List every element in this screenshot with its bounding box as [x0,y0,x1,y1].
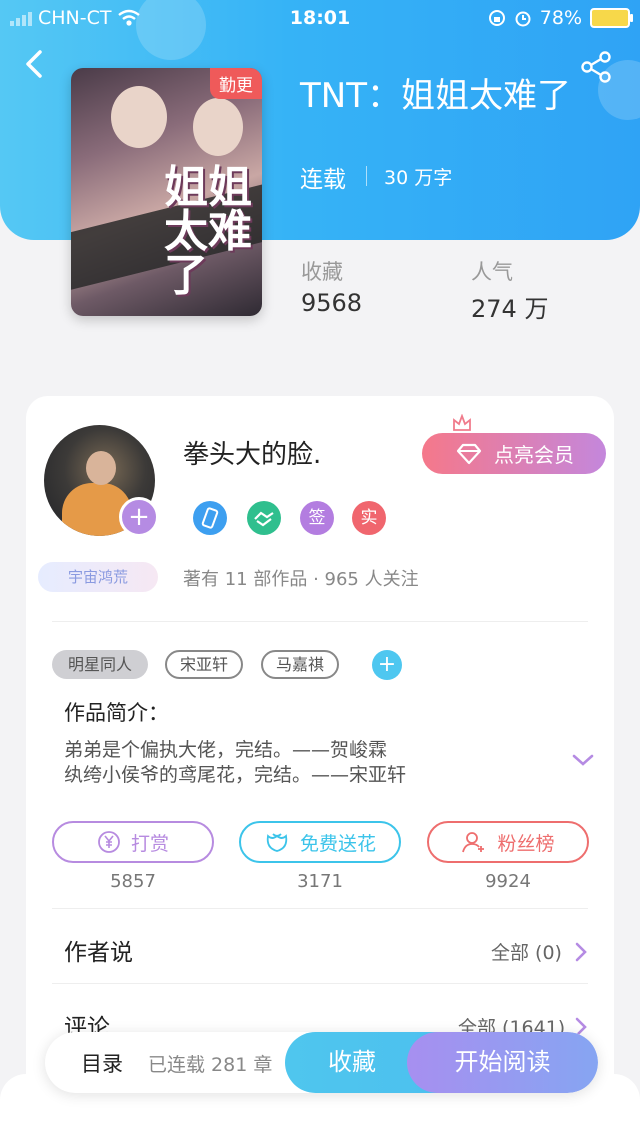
collect-button-label: 收藏 [328,1048,376,1076]
tag-item[interactable]: 宋亚轩 [165,650,243,679]
flower-count: 3171 [297,871,343,892]
fan-user-icon [462,832,485,853]
book-title: TNT：姐姐太难了 [300,76,571,116]
chapter-count[interactable]: 已连载 281 章 [148,1050,272,1077]
toc-button[interactable]: 目录 [81,1048,123,1078]
stat-popularity-label: 人气 [471,260,513,284]
verified-medal-icon[interactable]: 实 [352,501,386,535]
intro-heading: 作品简介： [64,701,169,725]
intro-line: 弟弟是个偏执大佬，完结。——贺峻霖 [64,739,388,761]
send-flower-button[interactable]: 免费送花 [239,821,401,863]
author-name[interactable]: 拳头大的脸. [183,434,321,471]
crown-icon [453,414,471,431]
add-tag-button[interactable]: + [372,650,402,680]
vip-button-label: 点亮会员 [494,443,574,467]
start-reading-label: 开始阅读 [454,1048,551,1076]
follow-author-button[interactable]: + [119,497,159,537]
fan-rank-label: 粉丝榜 [497,832,555,855]
diamond-icon [456,443,482,464]
fan-rank-button[interactable]: 粉丝榜 [427,821,589,863]
chevron-left-icon [26,50,42,78]
author-level-badge: 宇宙鸿荒 [38,562,158,592]
cover-title: 姐姐太难了 [164,162,252,301]
sign-medal-icon[interactable]: 签 [300,501,334,535]
battery-percent: 78% [539,7,582,29]
divider [52,908,588,909]
start-reading-button[interactable]: 开始阅读 [407,1032,598,1093]
yen-icon [98,831,120,853]
send-flower-label: 免费送花 [299,832,376,855]
avatar-figure [86,451,116,485]
author-meta: 著有 11 部作品 · 965 人关注 [183,569,419,590]
share-button[interactable] [580,50,616,86]
reward-button[interactable]: 打赏 [52,821,214,863]
reward-button-label: 打赏 [130,832,169,855]
vip-button[interactable]: 点亮会员 [422,433,606,474]
bottom-action-bar: 目录 已连载 281 章 收藏 开始阅读 [45,1032,598,1093]
battery-icon [590,8,633,28]
phone-medal-icon[interactable] [193,501,227,535]
stat-favorites-label: 收藏 [301,260,343,284]
author-says-label: 作者说 [64,940,133,966]
tag-item[interactable]: 马嘉祺 [261,650,339,679]
intro-line: 纨绔小侯爷的鸢尾花，完结。——宋亚轩 [64,764,407,786]
back-button[interactable] [22,48,52,82]
update-badge: 勤更 [210,68,262,99]
book-word-count: 30 万字 [384,167,453,189]
orientation-lock-icon [488,10,505,26]
stat-favorites-value: 9568 [301,289,363,317]
divider [366,166,367,186]
book-status: 连载 [300,167,346,193]
alarm-icon [515,11,531,27]
stat-popularity-value: 274 万 [471,295,549,323]
share-icon [581,51,611,83]
book-cover[interactable]: 姐姐太难了 勤更 [71,68,262,316]
status-bar: CHN-CT 18:01 78% [0,0,640,36]
reward-count: 5857 [110,871,156,892]
chevron-down-icon[interactable] [570,750,596,770]
divider [52,983,588,984]
cover-figure [111,86,167,148]
chevron-right-icon[interactable] [574,941,588,963]
fan-count: 9924 [485,871,531,892]
flower-icon [266,833,288,852]
handshake-medal-icon[interactable] [247,501,281,535]
tag-category[interactable]: 明星同人 [52,650,148,679]
status-right: 78% [488,7,633,29]
cover-figure [193,98,243,156]
divider [52,621,588,622]
author-says-link[interactable]: 全部 (0) [491,938,562,965]
